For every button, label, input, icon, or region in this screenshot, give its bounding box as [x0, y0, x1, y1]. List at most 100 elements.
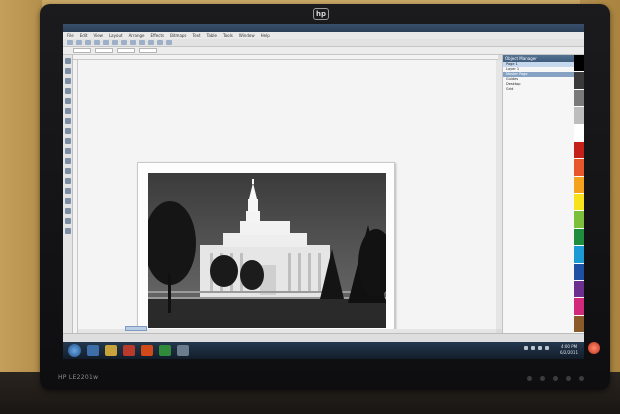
power-button[interactable]	[588, 342, 600, 354]
folder-icon[interactable]	[105, 345, 117, 356]
monitor: hp HP LE2201w File Edit View Layout Arrange E…	[40, 4, 610, 390]
redo-icon[interactable]	[139, 40, 145, 45]
bezel-button[interactable]	[553, 376, 558, 381]
color-swatch[interactable]	[574, 315, 584, 333]
color-swatch[interactable]	[574, 124, 584, 142]
interactive-fill-icon[interactable]	[65, 228, 71, 234]
menu-item[interactable]: Effects	[151, 32, 165, 39]
fill-tool-icon[interactable]	[65, 218, 71, 224]
clock[interactable]: 4:00 PM 6/2/2011	[560, 344, 578, 355]
color-swatch[interactable]	[574, 55, 584, 73]
page-tab[interactable]	[125, 326, 147, 331]
table-tool-icon[interactable]	[65, 158, 71, 164]
menu-item[interactable]: Arrange	[129, 32, 145, 39]
export-icon[interactable]	[157, 40, 163, 45]
drawing-canvas[interactable]	[78, 60, 496, 337]
menu-item[interactable]: File	[67, 32, 74, 39]
bezel-button[interactable]	[540, 376, 545, 381]
connector-tool-icon[interactable]	[65, 178, 71, 184]
menu-item[interactable]: Bitmaps	[170, 32, 186, 39]
open-icon[interactable]	[76, 40, 82, 45]
color-swatch[interactable]	[574, 141, 584, 160]
color-swatch[interactable]	[574, 246, 584, 264]
color-swatch[interactable]	[574, 263, 584, 281]
cut-icon[interactable]	[103, 40, 109, 45]
ellipse-tool-icon[interactable]	[65, 128, 71, 134]
crop-tool-icon[interactable]	[65, 78, 71, 84]
smart-fill-icon[interactable]	[65, 108, 71, 114]
start-button[interactable]	[68, 344, 81, 357]
menu-item[interactable]: Help	[261, 32, 270, 39]
app-titlebar	[63, 24, 584, 32]
undo-icon[interactable]	[130, 40, 136, 45]
menu-item[interactable]: Window	[239, 32, 255, 39]
zoom-icon[interactable]	[166, 40, 172, 45]
dimension-tool-icon[interactable]	[65, 168, 71, 174]
color-swatch[interactable]	[574, 211, 584, 229]
text-tool-icon[interactable]	[65, 148, 71, 154]
units-field[interactable]	[139, 48, 157, 53]
new-icon[interactable]	[67, 40, 73, 45]
menu-item[interactable]: View	[93, 32, 103, 39]
color-swatch[interactable]	[574, 298, 584, 316]
paste-icon[interactable]	[121, 40, 127, 45]
import-icon[interactable]	[148, 40, 154, 45]
model-label: HP LE2201w	[58, 374, 99, 381]
rectangle-tool-icon[interactable]	[65, 118, 71, 124]
blend-tool-icon[interactable]	[65, 188, 71, 194]
clock-date: 6/2/2011	[560, 349, 578, 355]
color-swatch[interactable]	[574, 176, 584, 194]
polygon-tool-icon[interactable]	[65, 138, 71, 144]
width-field[interactable]	[95, 48, 113, 53]
menu-item[interactable]: Text	[193, 32, 201, 39]
docker-title: Object Manager	[503, 55, 574, 62]
shape-tool-icon[interactable]	[65, 68, 71, 74]
menu-bar: File Edit View Layout Arrange Effects Bitmaps T…	[63, 32, 584, 39]
menu-item[interactable]: Table	[207, 32, 217, 39]
save-icon[interactable]	[85, 40, 91, 45]
outline-tool-icon[interactable]	[65, 208, 71, 214]
copy-icon[interactable]	[112, 40, 118, 45]
temple-photo	[148, 173, 386, 328]
photo-print[interactable]	[137, 162, 395, 337]
menu-item[interactable]: Layout	[109, 32, 123, 39]
clock-time: 4:00 PM	[560, 344, 578, 349]
hp-logo: hp	[313, 8, 329, 20]
freehand-tool-icon[interactable]	[65, 98, 71, 104]
volume-icon[interactable]	[545, 346, 549, 350]
paper-size-field[interactable]	[73, 48, 91, 53]
coreldraw-icon[interactable]	[177, 345, 189, 356]
menu-item[interactable]: Edit	[80, 32, 88, 39]
tray-icon[interactable]	[524, 346, 528, 350]
bezel-button[interactable]	[579, 376, 584, 381]
pick-tool-icon[interactable]	[65, 58, 71, 64]
status-bar	[63, 333, 584, 342]
ie-icon[interactable]	[87, 345, 99, 356]
print-icon[interactable]	[94, 40, 100, 45]
color-swatch[interactable]	[574, 89, 584, 108]
bezel-buttons	[527, 376, 584, 381]
color-swatch[interactable]	[574, 107, 584, 125]
color-swatch[interactable]	[574, 280, 584, 299]
media-icon[interactable]	[123, 345, 135, 356]
color-swatch[interactable]	[574, 72, 584, 90]
color-palette	[574, 55, 584, 333]
office-icon[interactable]	[141, 345, 153, 356]
color-swatch[interactable]	[574, 194, 584, 212]
bezel-button[interactable]	[527, 376, 532, 381]
standard-toolbar	[63, 39, 584, 47]
eyedropper-icon[interactable]	[65, 198, 71, 204]
height-field[interactable]	[117, 48, 135, 53]
wall-left	[0, 0, 42, 414]
zoom-tool-icon[interactable]	[65, 88, 71, 94]
network-icon[interactable]	[538, 346, 542, 350]
tray-icon[interactable]	[531, 346, 535, 350]
object-manager-docker: Object Manager Page 1 Layer 1 Master Pag…	[502, 55, 574, 333]
toolbox	[63, 55, 73, 333]
menu-item[interactable]: Tools	[223, 32, 233, 39]
docker-row[interactable]: Grid	[503, 87, 574, 92]
bezel-button[interactable]	[566, 376, 571, 381]
app-icon[interactable]	[159, 345, 171, 356]
color-swatch[interactable]	[574, 228, 584, 247]
color-swatch[interactable]	[574, 159, 584, 177]
